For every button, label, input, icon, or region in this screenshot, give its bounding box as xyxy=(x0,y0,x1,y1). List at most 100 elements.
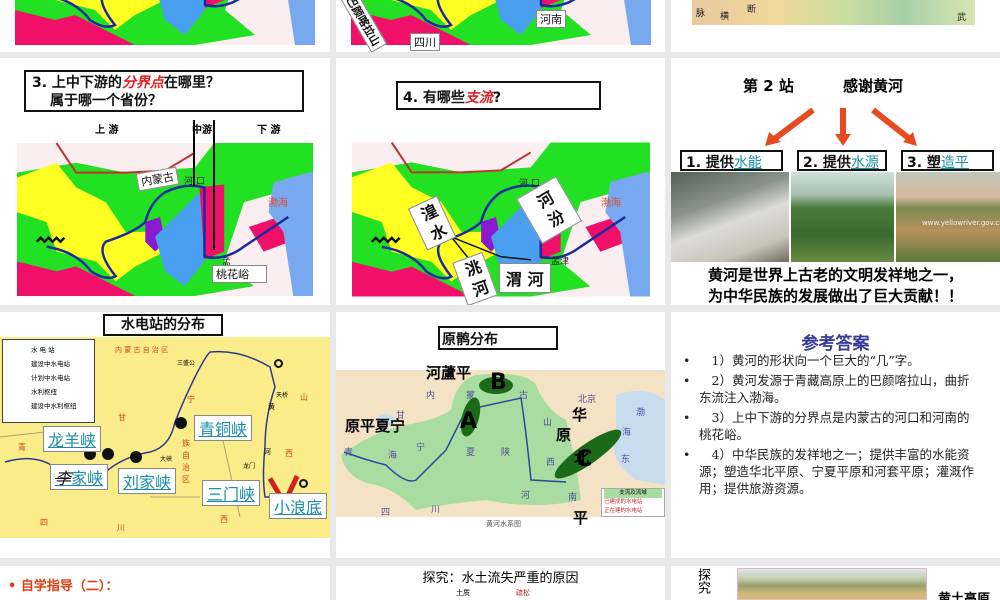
benefit-link[interactable]: 水源 xyxy=(851,155,879,171)
station-dot xyxy=(175,417,187,429)
map-legend: 支流及流域 已建成的水电站 正在建的水电站 xyxy=(601,488,665,517)
label-bohai: 渤海 xyxy=(601,198,621,209)
title-line2: 属于哪一个省份？ xyxy=(50,93,162,109)
map-label: 四 xyxy=(381,508,391,518)
station-sanmenxia[interactable]: 三门峡 xyxy=(202,480,261,506)
map-label: 西 xyxy=(546,458,556,468)
map-label: 黄 xyxy=(268,403,275,411)
slide-thumbnail-11[interactable]: 探究：水土流失严重的原因 土质 疏松 xyxy=(336,566,665,600)
map-label: 青 xyxy=(344,448,354,458)
photo-dam xyxy=(671,172,789,262)
station-lijiaxia[interactable]: 李家峡 xyxy=(50,464,109,490)
map-label: 大峡 xyxy=(160,456,173,463)
map-label: 东 xyxy=(621,455,631,465)
slide-thumbnail-2[interactable]: 四川 河南 巴颜喀拉山 xyxy=(336,0,665,52)
station-title: 感谢黄河 xyxy=(843,77,904,95)
guide-heading: • 自学指导（二）： xyxy=(8,579,119,594)
benefit-link[interactable]: 水能 xyxy=(734,155,762,171)
benefit-link[interactable]: 造平 xyxy=(941,155,969,171)
label-middle: 中游 xyxy=(192,125,212,136)
label-mengjin: 孟津 xyxy=(551,257,570,267)
map-label: 区 xyxy=(182,475,190,484)
map-label: 河 xyxy=(264,448,271,456)
title-text: 在哪里？ xyxy=(163,75,220,91)
label-hua: 华 xyxy=(572,406,588,424)
map-label: 山 xyxy=(543,418,553,428)
summary-text: 黄河是世界上古老的文明发祥地之一， 为中华民族的发展做出了巨大贡献！！ xyxy=(671,265,1000,305)
legend-item: 支流及流域 xyxy=(604,489,662,498)
label-sichuan: 四川 xyxy=(410,33,440,51)
summary-line: 为中华民族的发展做出了巨大贡献！！ xyxy=(707,287,963,305)
map-label: 脉 xyxy=(696,9,706,19)
station-qingtongxia[interactable]: 青铜峡 xyxy=(194,415,253,441)
label-yuan: 原 xyxy=(556,426,572,444)
slide-thumbnail-12[interactable]: 探究 黄土高原 xyxy=(671,566,1000,600)
map-label: 甘 xyxy=(118,413,126,422)
map-label: 自 xyxy=(182,451,190,460)
map-label: 横 xyxy=(720,12,730,22)
label-hetao: 河蘆平 xyxy=(426,364,472,382)
legend-item: 建设中水利枢纽 xyxy=(31,402,77,410)
slide-thumbnail-9[interactable]: 参考答案 1）黄河的形状向一个巨大的“几”字。 2）黄河发源于青藏高原上的巴颜喀… xyxy=(671,312,1000,558)
slide-thumbnail-8[interactable]: 原鹘分布 内 蒙 古 甘 青 海 宁 夏 陕 山 西 河 南 北京 东 四 川 … xyxy=(336,312,665,558)
map-label: 西 xyxy=(285,449,293,458)
station-liujiaxia[interactable]: 刘家峡 xyxy=(118,468,177,494)
arrows-icon xyxy=(765,107,917,146)
photo-loess xyxy=(737,568,927,600)
station-name: 家峡 xyxy=(71,469,104,488)
watermark: www.yellowriver.gov.cn xyxy=(922,219,1000,227)
station-dot xyxy=(130,451,142,463)
label-taohuayu: 桃花峪 xyxy=(212,265,267,283)
map-label: 四 xyxy=(40,518,48,527)
map-label: 宁 xyxy=(187,395,195,404)
map-label: 川 xyxy=(117,523,125,532)
slide-title: 水电站的分布 xyxy=(103,314,223,336)
legend-item: 水利枢纽 xyxy=(31,388,57,396)
label-bohai: 渤海 xyxy=(268,198,288,209)
benefit-text: 2. 提供 xyxy=(803,155,851,171)
station-xiaolangdi[interactable]: 小浪底 xyxy=(269,493,328,519)
map-label: 渤 xyxy=(636,408,646,418)
slide-thumbnail-3[interactable]: 脉 横 断 武 xyxy=(671,0,1000,52)
map-label: 青 xyxy=(18,443,26,452)
slide-thumbnail-5[interactable]: 4. 有哪些支流? 河 口 渤海 孟津 湟 水 河 汾 洮 河 渭 河 xyxy=(336,58,665,305)
photo-canal xyxy=(791,172,894,262)
map-label: 天桥 xyxy=(276,392,289,399)
legend-item: 正在建的水电站 xyxy=(604,508,643,514)
label-a: A xyxy=(460,409,478,434)
slide-thumbnail-10[interactable]: • 自学指导（二）： xyxy=(0,566,330,600)
station-longyangxia[interactable]: 龙羊峡 xyxy=(43,426,102,452)
map-label: 治 xyxy=(182,463,190,472)
answer-item: 2）黄河发源于青藏高原上的巴颜喀拉山，曲折东流注入渤海。 xyxy=(683,372,980,406)
answer-item: 1）黄河的形状向一个巨大的“几”字。 xyxy=(683,352,980,369)
yellow-river-map xyxy=(15,0,315,45)
map-label: 龙门 xyxy=(243,463,256,470)
slide-title: 参考答案 xyxy=(801,334,870,354)
question-box: 3. 上中下游的分界点在哪里？ 属于哪一个省份？ xyxy=(24,70,304,112)
answer-item: 4）中华民族的发祥地之一；提供丰富的水能资源；塑造华北平原、宁夏平原和河套平原；… xyxy=(683,446,980,497)
map-label: 山 xyxy=(300,393,308,402)
label-loose: 疏松 xyxy=(516,589,530,597)
answer-list: 1）黄河的形状向一个巨大的“几”字。 2）黄河发源于青藏高原上的巴颜喀拉山，曲折… xyxy=(683,352,980,500)
legend-item: 水 电 站 xyxy=(31,346,55,354)
station-label: 第 2 站 xyxy=(743,77,794,95)
map-label: 南 xyxy=(568,493,578,503)
topographic-map: 脉 横 断 武 xyxy=(692,0,975,25)
legend-item: 已建成的水电站 xyxy=(604,499,643,505)
slide-thumbnail-1[interactable] xyxy=(0,0,330,52)
slide-thumbnail-6[interactable]: 第 2 站 感谢黄河 1. 提供水能 2. 提供水源 3. 塑造平 www.ye… xyxy=(671,58,1000,305)
benefit-text: 3. 塑 xyxy=(907,155,941,171)
map-label: 海 xyxy=(388,451,398,461)
map-label: 内 蒙 古 自 治 区 xyxy=(115,346,169,354)
label-lower: 下 游 xyxy=(257,125,281,136)
station-dot xyxy=(102,448,114,460)
map-label: 河 xyxy=(521,491,531,501)
slide-thumbnail-4[interactable]: 3. 上中下游的分界点在哪里？ 属于哪一个省份？ 上 游 中游 下 游 内蒙古 … xyxy=(0,58,330,305)
map-label: 古 xyxy=(519,391,529,401)
slide-title: 原鹘分布 xyxy=(438,326,558,350)
slide-thumbnail-7[interactable]: 水电站的分布 水 电 站 建设中水电站 计划中水电站 水利枢纽 建设中水利枢纽 … xyxy=(0,312,330,558)
map-label: 宁 xyxy=(416,443,426,453)
label-hekou: 河 口 xyxy=(184,177,205,187)
label-b: B xyxy=(490,370,507,395)
legend-item: 建设中水电站 xyxy=(31,360,70,368)
